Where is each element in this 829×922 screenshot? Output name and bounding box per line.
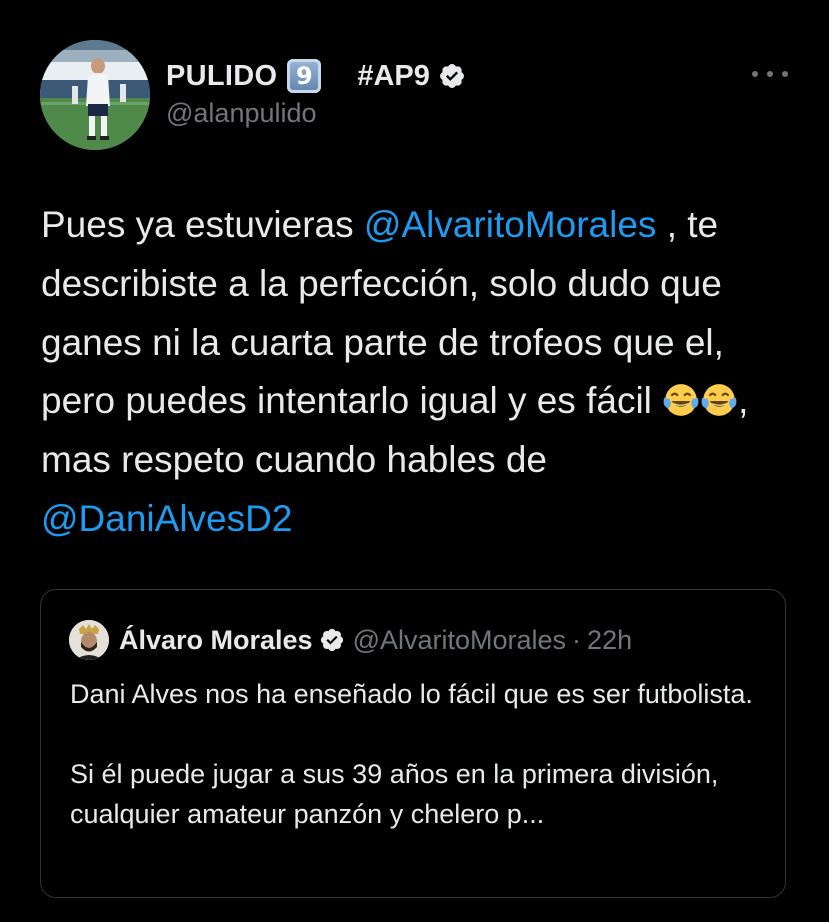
keycap-digit-emoji: 9 xyxy=(287,59,322,93)
author-name-suffix: #AP9 xyxy=(357,59,430,92)
quoted-author-avatar[interactable] xyxy=(69,620,109,660)
quoted-tweet-timestamp[interactable]: 22h xyxy=(587,625,632,656)
more-options-icon[interactable] xyxy=(752,62,788,86)
tears-of-joy-emoji-icon xyxy=(663,384,699,417)
quoted-author-name[interactable]: Álvaro Morales xyxy=(119,625,313,656)
tweet-text-part-1: Pues ya estuvieras xyxy=(41,204,364,245)
quoted-author-handle[interactable]: @AlvaritoMorales xyxy=(353,625,566,656)
quoted-tweet-card[interactable]: Álvaro Morales @AlvaritoMorales · 22h Da… xyxy=(40,589,786,898)
mention-alvaritomorales[interactable]: @AlvaritoMorales xyxy=(364,204,657,245)
tweet-text: Pues ya estuvieras @AlvaritoMorales , te… xyxy=(41,196,801,549)
quoted-tweet-header: Álvaro Morales @AlvaritoMorales · 22h xyxy=(119,622,632,658)
tears-of-joy-emoji-icon xyxy=(701,384,737,417)
quoted-tweet-separator: · xyxy=(572,624,582,655)
author-name-row[interactable]: PULIDO 9 #AP9 xyxy=(166,56,466,96)
verified-badge-icon xyxy=(320,628,343,652)
verified-badge-icon xyxy=(439,64,464,88)
quoted-tweet-text: Dani Alves nos ha enseñado lo fácil que … xyxy=(70,679,753,829)
author-handle[interactable]: @alanpulido xyxy=(166,98,317,129)
mention-danialvesd2[interactable]: @DaniAlvesD2 xyxy=(41,498,292,539)
author-display-name[interactable]: PULIDO xyxy=(166,60,277,93)
author-avatar[interactable] xyxy=(40,40,150,150)
